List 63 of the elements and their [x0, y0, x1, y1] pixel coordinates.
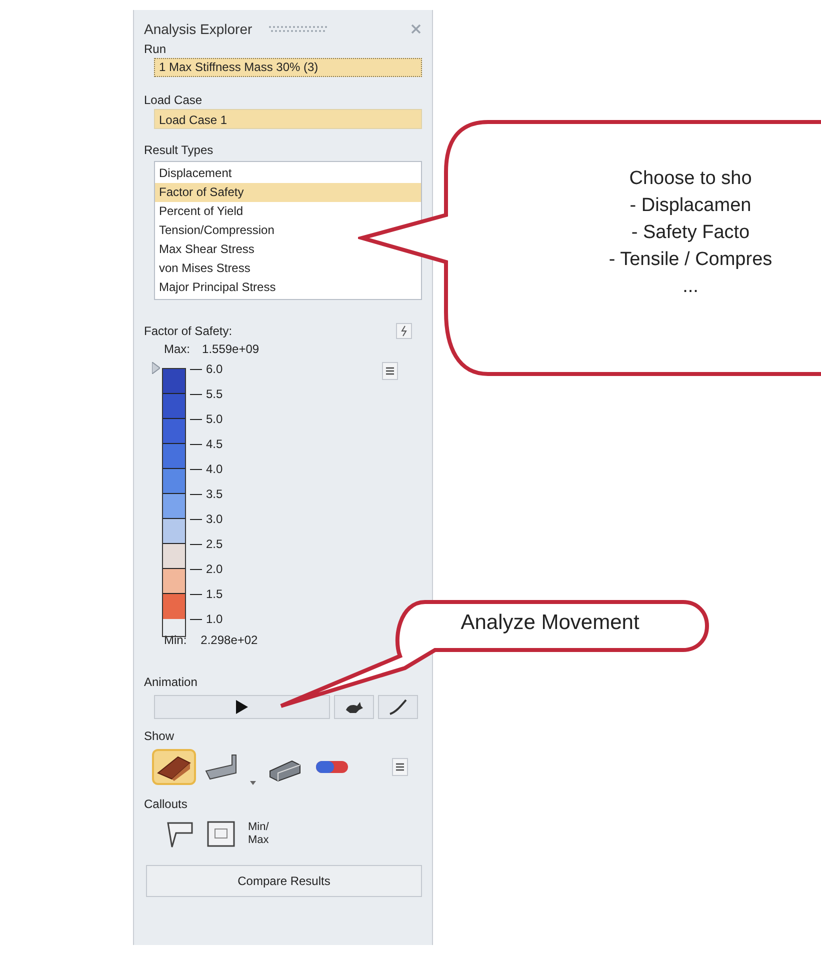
grip-handle-icon[interactable] — [268, 25, 328, 33]
frame-callout-icon[interactable] — [206, 819, 236, 849]
list-item[interactable]: Max Shear Stress — [155, 240, 258, 259]
tick-mark — [190, 469, 202, 470]
tick-label: 4.5 — [206, 437, 223, 451]
tick-label: 5.0 — [206, 412, 223, 426]
tick-label: 5.5 — [206, 387, 223, 401]
tick-label: 3.5 — [206, 487, 223, 501]
tick-label: 2.5 — [206, 537, 223, 551]
panel-title: Analysis Explorer — [144, 20, 252, 39]
callout-text: Choose to sho — [629, 167, 752, 191]
list-item[interactable]: Displacement — [155, 164, 236, 183]
menu-icon[interactable] — [392, 758, 408, 776]
flash-button-icon[interactable] — [396, 323, 412, 339]
tick-label: 4.0 — [206, 462, 223, 476]
tick-label: 6.0 — [206, 362, 223, 376]
tick-mark — [190, 569, 202, 570]
section-label: Run — [144, 41, 168, 58]
tick-mark — [190, 494, 202, 495]
min-max-button[interactable]: Min/ Max — [248, 821, 269, 847]
list-item[interactable]: von Mises Stress — [155, 259, 254, 278]
play-animation-button[interactable] — [154, 695, 330, 719]
section-label: Animation — [144, 674, 198, 691]
dropdown-caret-icon[interactable] — [250, 781, 256, 785]
tick-mark — [190, 419, 202, 420]
callout-text: - Displacamen — [630, 194, 752, 218]
tick-label: 1.5 — [206, 587, 223, 601]
compare-results-button[interactable]: Compare Results — [146, 865, 422, 897]
tick-mark — [190, 519, 202, 520]
run-dropdown[interactable]: 1 Max Stiffness Mass 30% (3) — [154, 58, 422, 77]
list-item[interactable]: Factor of Safety — [155, 183, 421, 202]
callout-text: ... — [682, 275, 698, 299]
tick-mark — [190, 619, 202, 620]
shaded-view-icon[interactable] — [154, 751, 194, 783]
list-item[interactable]: Percent of Yield — [155, 202, 248, 221]
tick-mark — [190, 594, 202, 595]
tick-mark — [190, 444, 202, 445]
tick-mark — [190, 544, 202, 545]
section-label: Result Types — [144, 142, 214, 159]
section-label: Load Case — [144, 92, 204, 109]
max-value: 1.559e+09 — [202, 341, 260, 358]
callout-text: - Safety Facto — [631, 221, 750, 245]
curve-icon — [388, 699, 408, 715]
slider-pointer-icon[interactable] — [152, 362, 160, 374]
menu-icon[interactable] — [382, 362, 398, 380]
tick-label: 1.0 — [206, 612, 223, 626]
tick-label: 2.0 — [206, 562, 223, 576]
tick-mark — [190, 394, 202, 395]
tick-mark — [190, 369, 202, 370]
min-value: 2.298e+02 — [200, 632, 258, 649]
callout-text: - Tensile / Compres — [608, 248, 772, 272]
section-label: Callouts — [144, 796, 188, 813]
curve-button[interactable] — [378, 695, 418, 719]
play-icon[interactable] — [236, 700, 248, 714]
section-label: Show — [144, 728, 176, 745]
tick-label: 3.0 — [206, 512, 223, 526]
list-item[interactable]: Major Principal Stress — [155, 278, 280, 297]
list-item[interactable]: Tension/Compression — [155, 221, 278, 240]
max-label: Max: — [164, 341, 190, 358]
callout-text: Analyze Movement — [460, 610, 640, 636]
speed-button[interactable] — [334, 695, 374, 719]
load-case-dropdown[interactable]: Load Case 1 — [154, 109, 422, 129]
legend-title: Factor of Safety: — [144, 323, 232, 340]
